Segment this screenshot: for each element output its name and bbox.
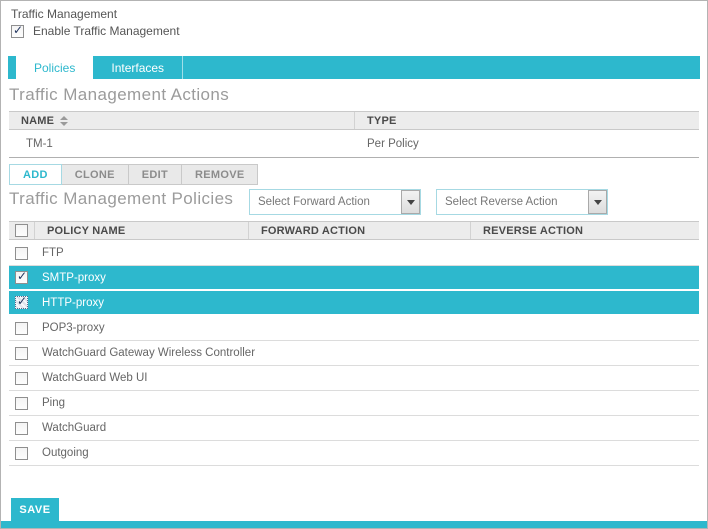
row-checkbox[interactable] <box>15 397 28 410</box>
action-type-cell: Per Policy <box>355 138 699 150</box>
select-all-header-cell <box>9 222 35 239</box>
sort-asc-desc-icon[interactable] <box>60 116 68 126</box>
tab-bar: Policies Interfaces <box>8 56 700 79</box>
policy-name: SMTP-proxy <box>28 272 106 284</box>
forward-dropdown-value: Select Forward Action <box>250 196 401 208</box>
policies-table-body: FTP SMTP-proxy HTTP-proxy POP3-proxy Wat… <box>9 241 699 466</box>
remove-button[interactable]: REMOVE <box>182 164 258 185</box>
actions-column-type[interactable]: TYPE <box>355 112 699 129</box>
policies-column-policy-name[interactable]: POLICY NAME <box>35 222 249 239</box>
policy-row-watchguard-web-ui[interactable]: WatchGuard Web UI <box>9 366 699 391</box>
select-forward-action-dropdown[interactable]: Select Forward Action <box>249 189 421 215</box>
row-checkbox[interactable] <box>15 271 28 284</box>
policies-column-reverse-action[interactable]: REVERSE ACTION <box>471 222 699 239</box>
bottom-accent-bar <box>1 521 707 528</box>
page-title: Traffic Management <box>11 7 117 21</box>
policies-table-header: POLICY NAME FORWARD ACTION REVERSE ACTIO… <box>9 221 699 240</box>
policy-row-watchguard-gateway-wireless-controller[interactable]: WatchGuard Gateway Wireless Controller <box>9 341 699 366</box>
select-all-checkbox[interactable] <box>15 224 28 237</box>
row-checkbox[interactable] <box>15 422 28 435</box>
select-reverse-action-dropdown[interactable]: Select Reverse Action <box>436 189 608 215</box>
tab-interfaces[interactable]: Interfaces <box>93 56 182 79</box>
policy-name: Outgoing <box>28 447 89 459</box>
actions-table-header: NAME TYPE <box>9 111 699 130</box>
policy-row-http-proxy[interactable]: HTTP-proxy <box>9 291 699 316</box>
forward-dropdown-arrow-button[interactable] <box>401 190 420 214</box>
actions-section-heading: Traffic Management Actions <box>9 85 229 105</box>
reverse-dropdown-value: Select Reverse Action <box>437 196 588 208</box>
row-checkbox[interactable] <box>15 296 28 309</box>
row-checkbox[interactable] <box>15 322 28 335</box>
row-checkbox[interactable] <box>15 347 28 360</box>
policies-section-heading: Traffic Management Policies <box>9 189 233 209</box>
policy-row-outgoing[interactable]: Outgoing <box>9 441 699 466</box>
action-name-cell: TM-1 <box>9 138 355 150</box>
policy-name: POP3-proxy <box>28 322 105 334</box>
row-checkbox[interactable] <box>15 447 28 460</box>
clone-button[interactable]: CLONE <box>62 164 129 185</box>
policy-row-watchguard[interactable]: WatchGuard <box>9 416 699 441</box>
policy-name: HTTP-proxy <box>28 297 104 309</box>
actions-column-name[interactable]: NAME <box>9 112 355 129</box>
enable-traffic-management-label: Enable Traffic Management <box>33 24 180 38</box>
save-button[interactable]: SAVE <box>11 498 59 521</box>
action-buttons-row: ADD CLONE EDIT REMOVE <box>9 164 258 185</box>
reverse-dropdown-arrow-button[interactable] <box>588 190 607 214</box>
enable-traffic-management-checkbox[interactable] <box>11 25 24 38</box>
policy-row-smtp-proxy[interactable]: SMTP-proxy <box>9 266 699 291</box>
row-checkbox[interactable] <box>15 372 28 385</box>
policies-column-forward-action[interactable]: FORWARD ACTION <box>249 222 471 239</box>
policy-name: WatchGuard Gateway Wireless Controller <box>28 347 255 359</box>
policy-name: WatchGuard Web UI <box>28 372 147 384</box>
policy-name: WatchGuard <box>28 422 106 434</box>
actions-table-row[interactable]: TM-1 Per Policy <box>9 131 699 158</box>
traffic-management-page: Traffic Management Enable Traffic Manage… <box>0 0 708 529</box>
policy-row-pop3-proxy[interactable]: POP3-proxy <box>9 316 699 341</box>
chevron-down-icon <box>407 200 415 205</box>
chevron-down-icon <box>594 200 602 205</box>
edit-button[interactable]: EDIT <box>129 164 182 185</box>
add-button[interactable]: ADD <box>9 164 62 185</box>
policy-row-ping[interactable]: Ping <box>9 391 699 416</box>
policy-row-ftp[interactable]: FTP <box>9 241 699 266</box>
policy-name: Ping <box>28 397 65 409</box>
row-checkbox[interactable] <box>15 247 28 260</box>
tab-separator <box>182 56 183 79</box>
policy-name: FTP <box>28 247 64 259</box>
enable-traffic-management-row[interactable]: Enable Traffic Management <box>11 24 180 38</box>
tab-policies[interactable]: Policies <box>16 56 93 79</box>
